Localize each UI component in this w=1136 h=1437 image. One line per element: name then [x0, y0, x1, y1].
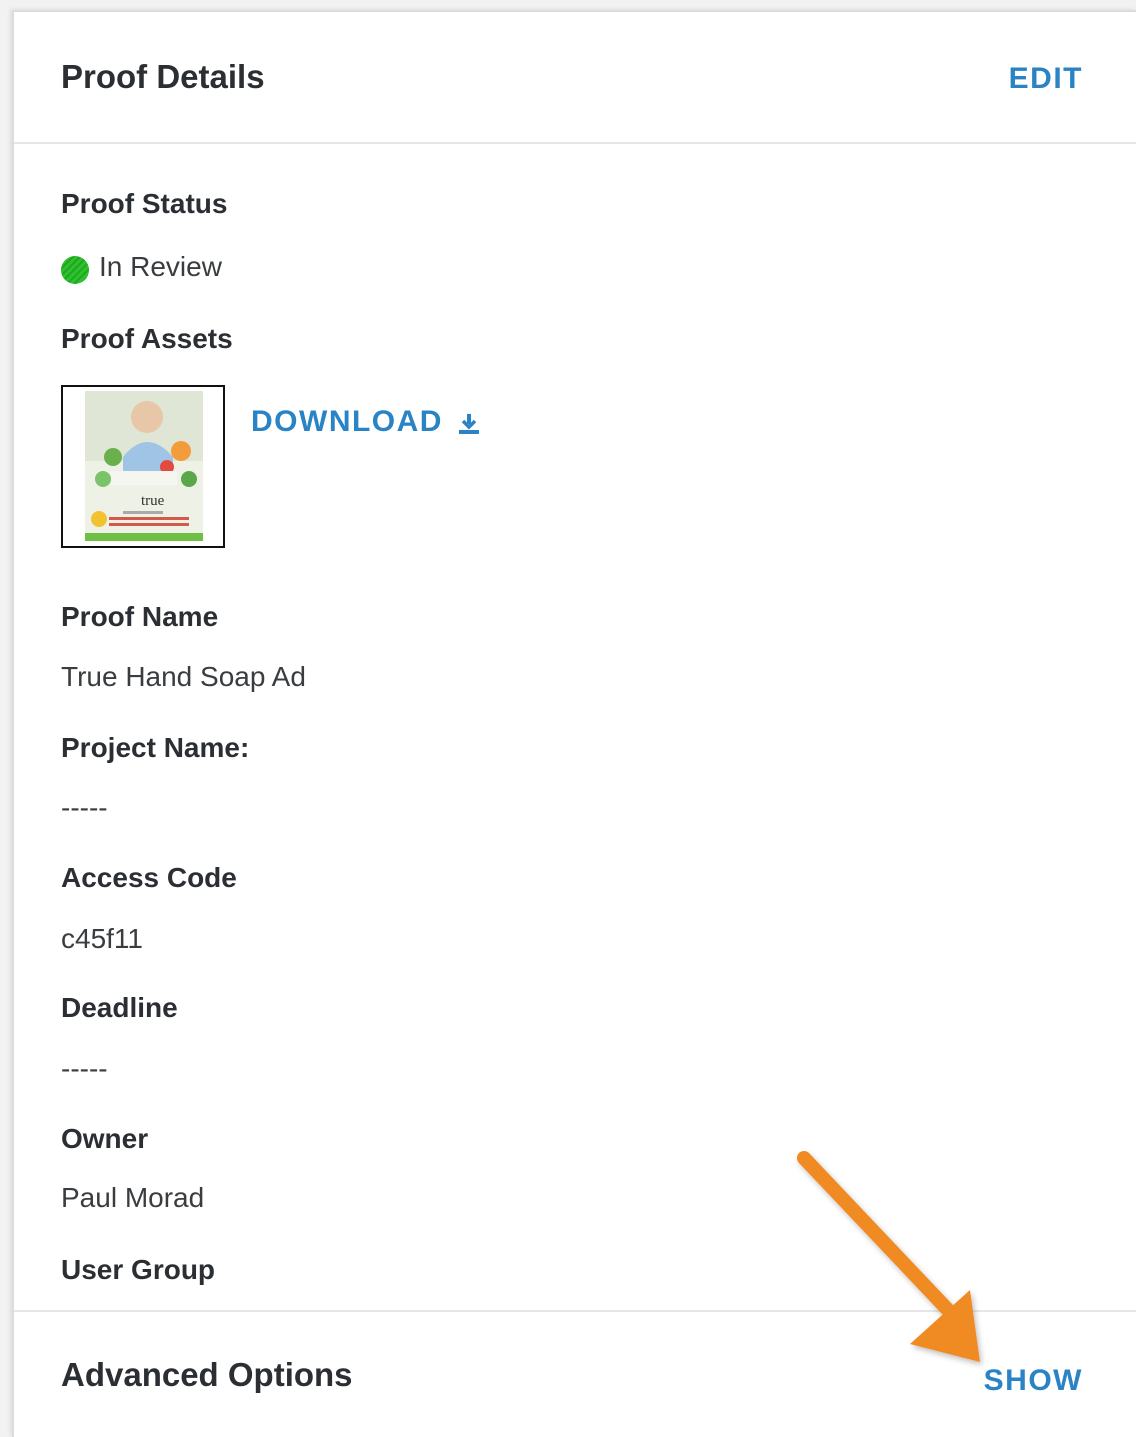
- advanced-options-title: Advanced Options: [61, 1356, 353, 1393]
- proof-name-value: True Hand Soap Ad: [61, 661, 306, 692]
- show-advanced-button[interactable]: SHOW: [984, 1364, 1083, 1398]
- deadline-label: Deadline: [61, 992, 178, 1023]
- owner-label: Owner: [61, 1123, 149, 1154]
- user-group-label: User Group: [61, 1254, 216, 1285]
- deadline-value: -----: [61, 1053, 108, 1084]
- download-label: DOWNLOAD: [251, 405, 443, 438]
- project-name-label: Project Name:: [61, 732, 250, 763]
- panel-header: Proof Details EDIT: [14, 12, 1136, 144]
- owner-value: Paul Morad: [61, 1182, 205, 1213]
- access-code-label: Access Code: [61, 862, 237, 893]
- proof-assets-label: Proof Assets: [61, 323, 233, 354]
- advanced-options-section: Advanced Options SHOW: [14, 1310, 1136, 1437]
- download-icon: [457, 410, 481, 434]
- svg-text:true: true: [141, 493, 165, 509]
- panel-title: Proof Details: [61, 58, 265, 95]
- ad-thumbnail-image: true: [63, 387, 223, 546]
- project-name-value: -----: [61, 792, 108, 823]
- proof-details-panel: Proof Details EDIT Proof Status In Revie…: [12, 10, 1136, 1437]
- status-dot-icon: [61, 256, 89, 284]
- edit-button[interactable]: EDIT: [1009, 62, 1083, 96]
- proof-status-value: In Review: [99, 251, 222, 282]
- proof-status: In Review: [61, 250, 222, 284]
- proof-asset-thumbnail[interactable]: true: [61, 385, 225, 548]
- page: Proof Details EDIT Proof Status In Revie…: [0, 0, 1136, 1437]
- access-code-value: c45f11: [61, 923, 143, 954]
- proof-name-label: Proof Name: [61, 601, 219, 632]
- download-button[interactable]: DOWNLOAD: [251, 405, 481, 439]
- proof-status-label: Proof Status: [61, 188, 228, 219]
